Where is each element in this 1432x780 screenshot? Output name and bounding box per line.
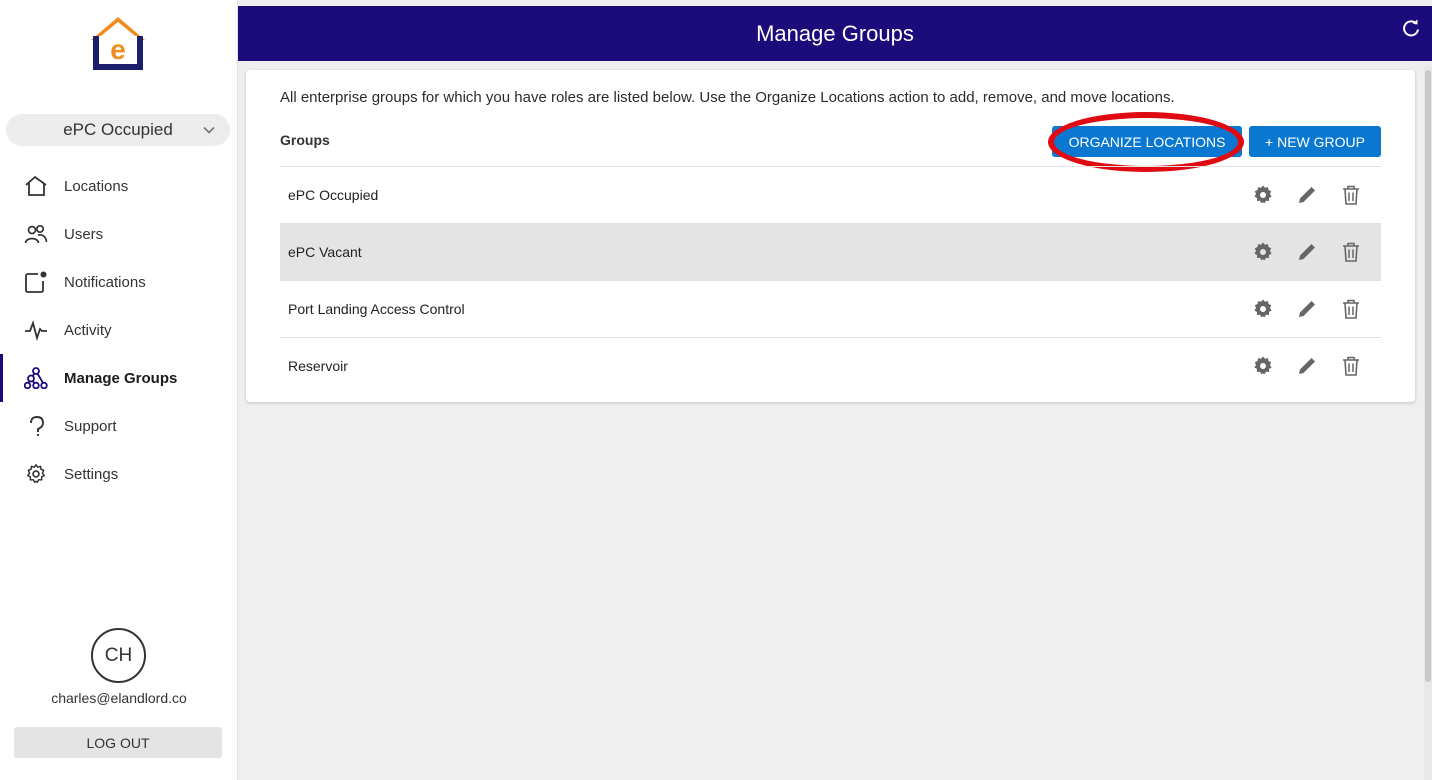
support-icon	[30, 416, 44, 436]
trash-icon[interactable]	[1340, 355, 1362, 377]
sidebar-item-label: Users	[64, 225, 104, 243]
top-bar: Manage Groups	[238, 6, 1432, 61]
notification-icon	[25, 271, 47, 293]
users-icon	[24, 224, 48, 244]
page-description: All enterprise groups for which you have…	[280, 89, 1175, 106]
group-name: ePC Vacant	[288, 244, 362, 260]
sidebar-item-label: Activity	[64, 321, 112, 339]
groups-heading: Groups	[280, 132, 330, 148]
user-email: charles@elandlord.co	[51, 690, 187, 706]
sidebar-item-activity[interactable]: Activity	[0, 306, 238, 354]
groups-card: All enterprise groups for which you have…	[246, 70, 1415, 402]
logout-button[interactable]: LOG OUT	[14, 727, 222, 758]
gear-icon[interactable]	[1252, 241, 1274, 263]
avatar[interactable]: CH	[91, 628, 146, 683]
house-icon	[25, 175, 47, 196]
gear-icon[interactable]	[1252, 298, 1274, 320]
sidebar-item-label: Settings	[64, 465, 119, 483]
gear-icon	[27, 464, 45, 483]
sidebar-item-settings[interactable]: Settings	[0, 450, 238, 498]
gear-icon[interactable]	[1252, 184, 1274, 206]
group-name: Reservoir	[288, 358, 348, 374]
pencil-icon[interactable]	[1296, 298, 1318, 320]
group-name: ePC Occupied	[288, 187, 379, 203]
pencil-icon[interactable]	[1296, 355, 1318, 377]
sidebar-item-label: Notifications	[64, 273, 146, 291]
hierarchy-icon	[24, 367, 48, 389]
pencil-icon[interactable]	[1296, 241, 1318, 263]
organize-locations-button[interactable]: ORGANIZE LOCATIONS	[1052, 126, 1242, 157]
sidebar-item-label: Locations	[64, 177, 129, 195]
sidebar-item-manage-groups[interactable]: Manage Groups	[0, 354, 238, 402]
new-group-button[interactable]: + NEW GROUP	[1249, 126, 1381, 157]
group-row[interactable]: Reservoir	[280, 337, 1381, 394]
group-name: Port Landing Access Control	[288, 301, 465, 317]
sidebar-item-locations[interactable]: Locations	[0, 162, 238, 210]
groups-list: ePC Occupied ePC Vacant Port Landing Acc…	[280, 166, 1381, 394]
gear-icon[interactable]	[1252, 355, 1274, 377]
sidebar-item-users[interactable]: Users	[0, 210, 238, 258]
scrollbar-thumb[interactable]	[1425, 70, 1431, 682]
pencil-icon[interactable]	[1296, 184, 1318, 206]
refresh-icon[interactable]	[1401, 18, 1421, 38]
trash-icon[interactable]	[1340, 241, 1362, 263]
sidebar: e ePC Occupied Locations Users Notificat…	[0, 0, 238, 780]
trash-icon[interactable]	[1340, 184, 1362, 206]
page-title: Manage Groups	[756, 20, 914, 46]
sidebar-item-support[interactable]: Support	[0, 402, 238, 450]
group-row[interactable]: ePC Vacant	[280, 223, 1381, 280]
sidebar-item-notifications[interactable]: Notifications	[0, 258, 238, 306]
elandlord-logo[interactable]: e	[88, 14, 148, 72]
sidebar-item-label: Manage Groups	[64, 369, 178, 387]
group-row[interactable]: Port Landing Access Control	[280, 280, 1381, 337]
group-selector[interactable]: ePC Occupied	[6, 114, 230, 146]
chevron-down-icon	[203, 126, 215, 134]
trash-icon[interactable]	[1340, 298, 1362, 320]
sidebar-nav: Locations Users Notifications Activity M…	[0, 162, 238, 498]
sidebar-item-label: Support	[64, 417, 117, 435]
activity-icon	[25, 320, 47, 341]
group-row[interactable]: ePC Occupied	[280, 166, 1381, 223]
group-selector-value: ePC Occupied	[63, 120, 173, 139]
svg-text:e: e	[110, 34, 126, 65]
